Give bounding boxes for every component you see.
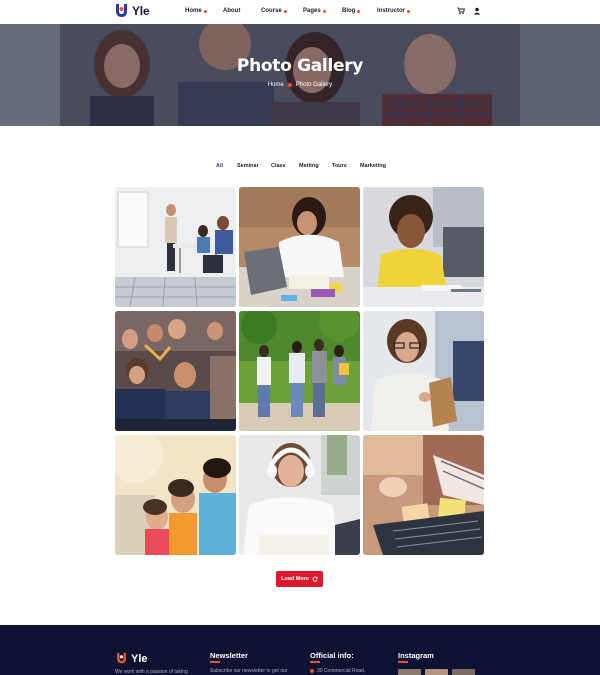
official-info-heading: Official info: <box>310 651 354 660</box>
nav-item-pages[interactable]: Pages <box>303 8 326 14</box>
gallery-item[interactable] <box>363 187 484 307</box>
newsletter-heading: Newsletter <box>210 651 248 660</box>
students-walking-outdoors-photo <box>239 311 360 431</box>
dropdown-dot-icon <box>322 9 326 13</box>
logo-mark-icon <box>116 4 127 17</box>
gallery-item[interactable] <box>363 435 484 555</box>
heading-underline <box>398 661 408 663</box>
instagram-thumbnail[interactable] <box>398 669 421 675</box>
nav-item-home[interactable]: Home <box>185 8 207 14</box>
instagram-heading: Instagram <box>398 651 434 660</box>
footer-logo-mark-icon <box>117 652 126 664</box>
group-students-laughing-photo <box>115 311 236 431</box>
breadcrumb-current: Photo Gallery <box>295 82 333 88</box>
hands-laptop-sticky-notes-photo <box>363 435 484 555</box>
gallery-item[interactable] <box>115 435 236 555</box>
footer-logo[interactable]: Yle <box>115 652 148 665</box>
student-studying-laptop-photo <box>239 187 360 307</box>
nav-item-blog[interactable]: Blog <box>342 8 361 14</box>
smiling-student-desk-photo <box>363 187 484 307</box>
page-title: Photo Gallery <box>236 56 364 76</box>
nav-item-label: About <box>223 8 241 14</box>
newsletter-text: Subscribe our newsletter to get our <box>210 668 288 674</box>
gallery-item[interactable] <box>115 187 236 307</box>
seminar-presentation-photo <box>115 187 236 307</box>
breadcrumb: Home Photo Gallery <box>0 82 600 88</box>
user-icon[interactable] <box>473 7 481 15</box>
dropdown-dot-icon <box>203 9 207 13</box>
nav-item-about[interactable]: About <box>223 8 240 14</box>
gallery-filters: All Seminar Class Metting Tours Marketin… <box>0 163 600 173</box>
load-more-label: Load More <box>281 576 309 582</box>
nav-item-course[interactable]: Course <box>261 8 287 14</box>
official-address-text: 30 Commercial Road, <box>317 668 366 674</box>
footer-tagline: We work with a passion of taking <box>115 669 188 675</box>
dropdown-dot-icon <box>357 9 361 13</box>
nav-item-label: Pages <box>303 8 321 14</box>
refresh-icon <box>312 576 318 582</box>
site-footer: Yle We work with a passion of taking New… <box>0 625 600 675</box>
location-icon <box>310 669 314 673</box>
filter-seminar[interactable]: Seminar <box>237 163 259 169</box>
page-hero: Photo Gallery Home Photo Gallery <box>0 24 600 126</box>
gallery-item[interactable] <box>239 187 360 307</box>
heading-underline <box>210 661 220 663</box>
logo[interactable]: Yle <box>114 3 150 19</box>
instagram-thumbnail[interactable] <box>425 669 448 675</box>
photo-gallery-grid <box>115 187 484 555</box>
footer-logo-text: Yle <box>131 652 148 665</box>
filter-metting[interactable]: Metting <box>299 163 319 169</box>
nav-item-instructor[interactable]: Instructor <box>377 8 411 14</box>
load-more-button[interactable]: Load More <box>276 571 323 587</box>
cart-icon[interactable] <box>457 7 465 15</box>
breadcrumb-separator-icon <box>287 83 292 87</box>
heading-underline <box>310 661 320 663</box>
nav-item-label: Home <box>185 8 202 14</box>
woman-headphones-writing-photo <box>239 435 360 555</box>
nav-item-label: Blog <box>342 8 356 14</box>
gallery-item[interactable] <box>115 311 236 431</box>
gallery-item[interactable] <box>239 311 360 431</box>
dropdown-dot-icon <box>407 9 411 13</box>
children-looking-up-photo <box>115 435 236 555</box>
site-header: Yle Home About Course Pages Blog Instruc… <box>0 0 600 24</box>
filter-all[interactable]: All <box>216 163 223 169</box>
filter-class[interactable]: Class <box>271 163 286 169</box>
student-holding-notebook-photo <box>363 311 484 431</box>
filter-marketing[interactable]: Marketing <box>360 163 386 169</box>
breadcrumb-home-link[interactable]: Home <box>268 82 284 88</box>
dropdown-dot-icon <box>283 9 287 13</box>
nav-item-label: Course <box>261 8 282 14</box>
logo-text: Yle <box>132 4 150 18</box>
instagram-thumbnail[interactable] <box>452 669 475 675</box>
filter-tours[interactable]: Tours <box>332 163 347 169</box>
gallery-item[interactable] <box>363 311 484 431</box>
nav-item-label: Instructor <box>377 8 406 14</box>
gallery-item[interactable] <box>239 435 360 555</box>
